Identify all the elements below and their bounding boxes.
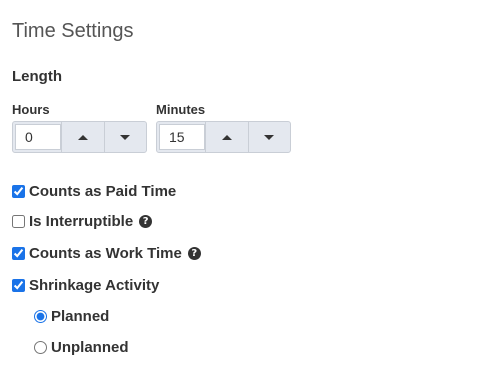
counts-work-time-option[interactable]: Counts as Work Time ? [12, 245, 201, 262]
minutes-decrement-button[interactable] [247, 122, 291, 152]
planned-radio[interactable] [34, 310, 47, 323]
arrow-down-icon [120, 134, 131, 140]
is-interruptible-option[interactable]: Is Interruptible ? [12, 213, 153, 230]
unplanned-label: Unplanned [51, 339, 129, 356]
is-interruptible-label: Is Interruptible [29, 213, 134, 230]
shrinkage-activity-label: Shrinkage Activity [29, 277, 160, 294]
minutes-input[interactable]: 15 [159, 124, 205, 150]
question-circle-icon[interactable]: ? [139, 215, 153, 228]
hours-spinner: 0 [12, 121, 147, 153]
counts-paid-time-label: Counts as Paid Time [29, 183, 177, 200]
arrow-up-icon [77, 134, 88, 140]
counts-work-time-label: Counts as Work Time [29, 245, 182, 262]
hours-increment-button[interactable] [61, 122, 104, 152]
is-interruptible-checkbox[interactable] [12, 215, 25, 228]
arrow-down-icon [264, 134, 275, 140]
minutes-increment-button[interactable] [205, 122, 248, 152]
unplanned-radio[interactable] [34, 341, 47, 354]
hours-input[interactable]: 0 [15, 124, 61, 150]
counts-paid-time-option[interactable]: Counts as Paid Time [12, 183, 176, 200]
question-circle-icon[interactable]: ? [187, 247, 201, 260]
unplanned-option[interactable]: Unplanned [34, 339, 129, 356]
shrinkage-activity-checkbox[interactable] [12, 279, 25, 292]
shrinkage-activity-option[interactable]: Shrinkage Activity [12, 277, 159, 294]
counts-paid-time-checkbox[interactable] [12, 185, 25, 198]
planned-label: Planned [51, 308, 110, 325]
hours-label: Hours [12, 102, 50, 117]
minutes-spinner: 15 [156, 121, 291, 153]
section-title: Time Settings [12, 20, 134, 42]
minutes-label: Minutes [156, 102, 206, 117]
length-label: Length [12, 68, 62, 85]
arrow-up-icon [221, 134, 232, 140]
counts-work-time-checkbox[interactable] [12, 247, 25, 260]
hours-decrement-button[interactable] [103, 122, 147, 152]
planned-option[interactable]: Planned [34, 308, 109, 325]
